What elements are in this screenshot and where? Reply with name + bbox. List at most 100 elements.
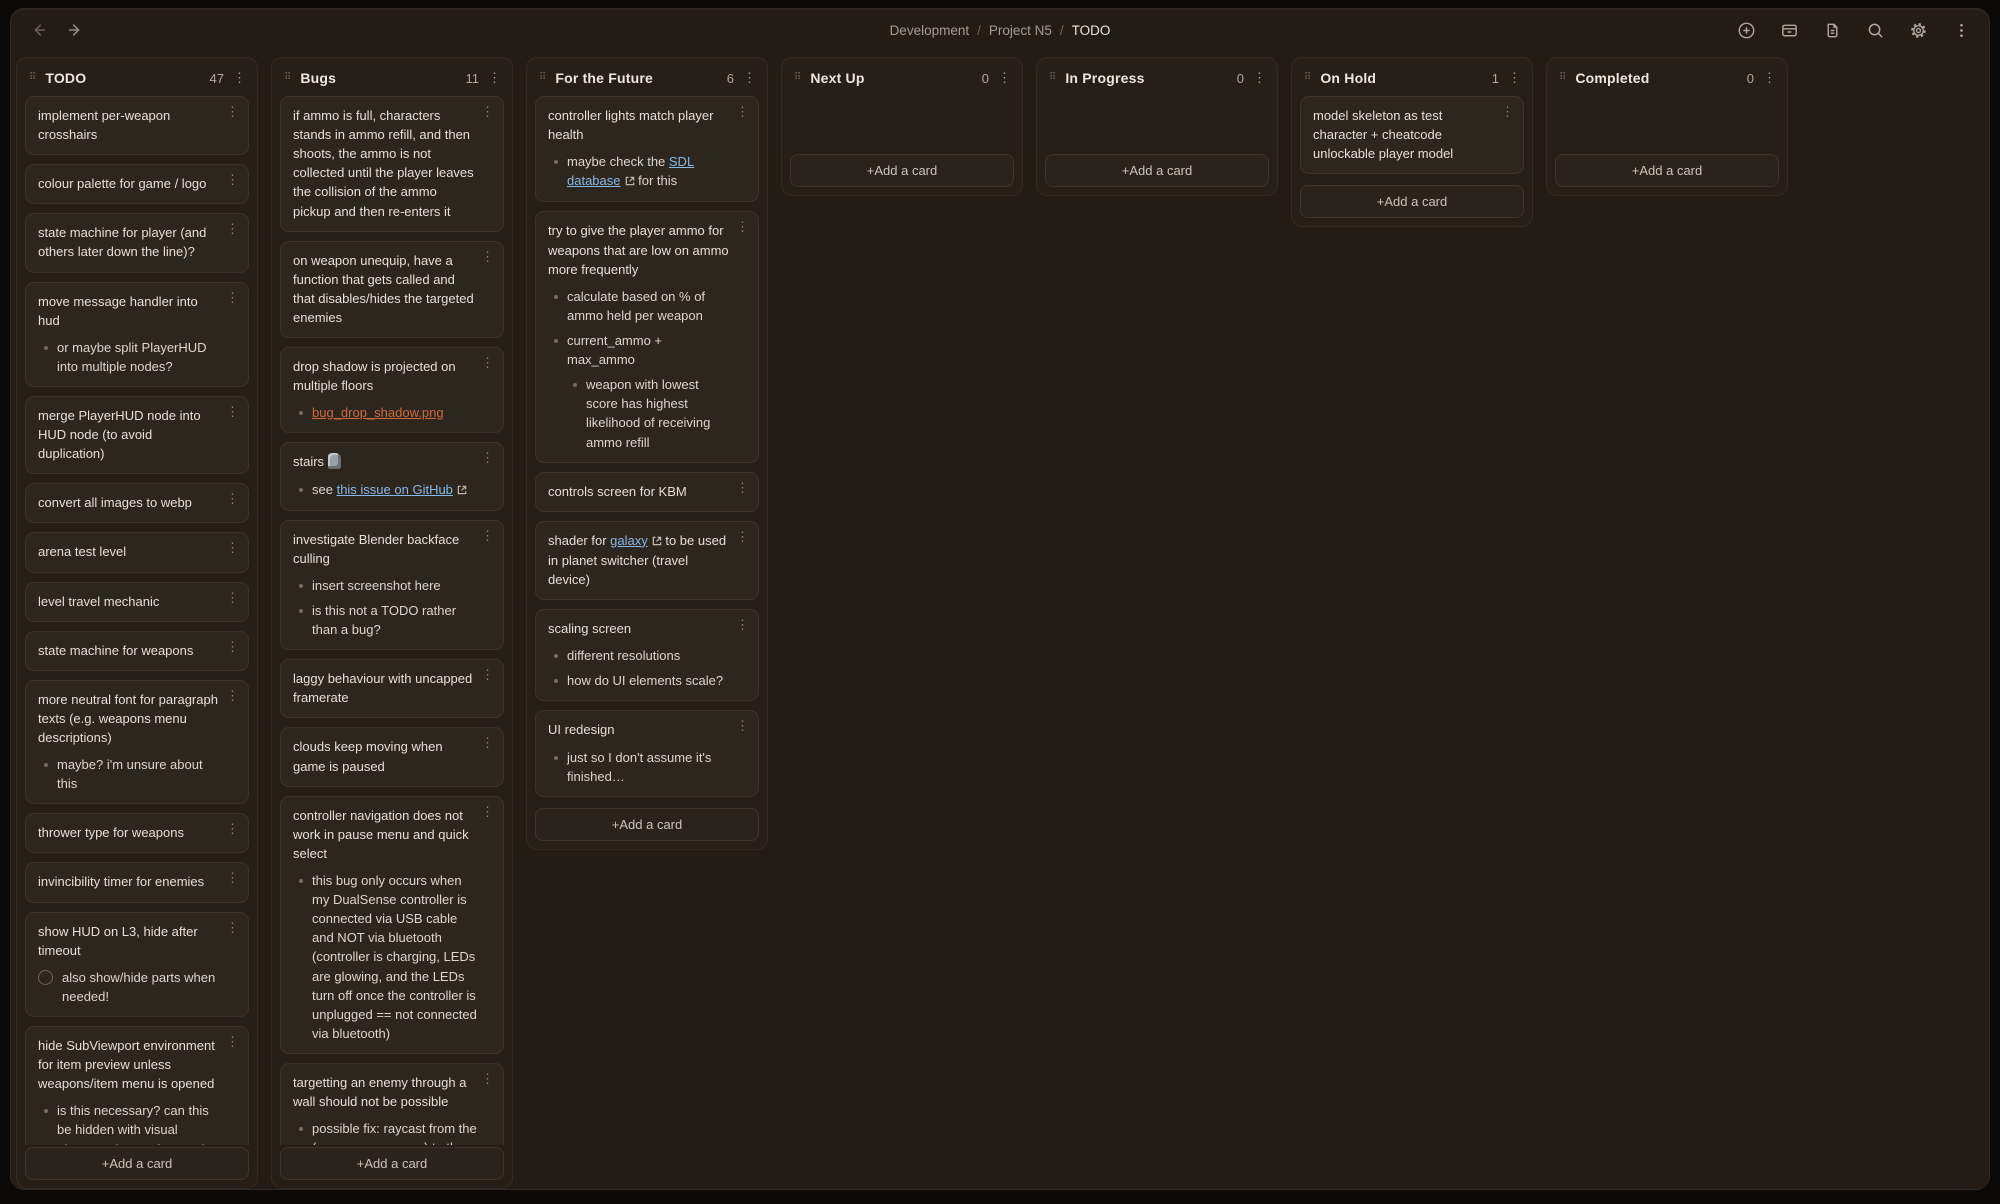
add-card-button[interactable]: +Add a card bbox=[25, 1147, 249, 1180]
card[interactable]: ⋮state machine for player (and others la… bbox=[25, 213, 249, 272]
card[interactable]: ⋮try to give the player ammo for weapons… bbox=[535, 211, 759, 462]
card[interactable]: ⋮implement per-weapon crosshairs bbox=[25, 96, 249, 155]
card[interactable]: ⋮shader for galaxy to be used in planet … bbox=[535, 521, 759, 600]
card-menu-icon[interactable]: ⋮ bbox=[226, 541, 239, 554]
card-link[interactable]: this issue on GitHub bbox=[337, 482, 453, 497]
card-menu-icon[interactable]: ⋮ bbox=[226, 173, 239, 186]
checkbox-circle-icon[interactable] bbox=[38, 970, 53, 985]
card[interactable]: ⋮colour palette for game / logo bbox=[25, 164, 249, 204]
card-text: insert screenshot here bbox=[312, 578, 441, 593]
card[interactable]: ⋮controller lights match player healthma… bbox=[535, 96, 759, 202]
card[interactable]: ⋮arena test level bbox=[25, 532, 249, 572]
card[interactable]: ⋮thrower type for weapons bbox=[25, 813, 249, 853]
card-menu-icon[interactable]: ⋮ bbox=[481, 529, 494, 542]
card[interactable]: ⋮more neutral font for paragraph texts (… bbox=[25, 680, 249, 805]
card[interactable]: ⋮model skeleton as test character + chea… bbox=[1300, 96, 1524, 174]
add-card-button[interactable]: +Add a card bbox=[535, 808, 759, 841]
card-menu-icon[interactable]: ⋮ bbox=[226, 591, 239, 604]
card-menu-icon[interactable]: ⋮ bbox=[226, 689, 239, 702]
card[interactable]: ⋮on weapon unequip, have a function that… bbox=[280, 241, 504, 338]
card[interactable]: ⋮controller navigation does not work in … bbox=[280, 796, 504, 1054]
card-menu-icon[interactable]: ⋮ bbox=[226, 822, 239, 835]
drag-handle-icon[interactable]: ⠿ bbox=[1304, 73, 1311, 83]
card-menu-icon[interactable]: ⋮ bbox=[736, 719, 749, 732]
card-menu-icon[interactable]: ⋮ bbox=[736, 105, 749, 118]
card[interactable]: ⋮hide SubViewport environment for item p… bbox=[25, 1026, 249, 1145]
card[interactable]: ⋮controls screen for KBM bbox=[535, 472, 759, 512]
card[interactable]: ⋮merge PlayerHUD node into HUD node (to … bbox=[25, 396, 249, 474]
card[interactable]: ⋮targetting an enemy through a wall shou… bbox=[280, 1063, 504, 1145]
card-menu-icon[interactable]: ⋮ bbox=[481, 736, 494, 749]
card[interactable]: ⋮UI redesignjust so I don't assume it's … bbox=[535, 710, 759, 796]
card-menu-icon[interactable]: ⋮ bbox=[226, 871, 239, 884]
card[interactable]: ⋮invincibility timer for enemies bbox=[25, 862, 249, 902]
card-menu-icon[interactable]: ⋮ bbox=[481, 805, 494, 818]
card[interactable]: ⋮clouds keep moving when game is paused bbox=[280, 727, 504, 786]
search-button[interactable] bbox=[1865, 20, 1885, 40]
card-menu-icon[interactable]: ⋮ bbox=[226, 1035, 239, 1048]
card-menu-icon[interactable]: ⋮ bbox=[481, 250, 494, 263]
card-link[interactable]: bug_drop_shadow.png bbox=[312, 405, 444, 420]
add-card-button[interactable]: +Add a card bbox=[1555, 154, 1779, 187]
drag-handle-icon[interactable]: ⠿ bbox=[794, 73, 801, 83]
drag-handle-icon[interactable]: ⠿ bbox=[284, 73, 291, 83]
add-card-button[interactable]: +Add a card bbox=[790, 154, 1014, 187]
card-menu-icon[interactable]: ⋮ bbox=[736, 618, 749, 631]
card[interactable]: ⋮state machine for weapons bbox=[25, 631, 249, 671]
column-menu-icon[interactable]: ⋮ bbox=[1253, 70, 1265, 86]
add-card-button[interactable]: +Add a card bbox=[280, 1147, 504, 1180]
card-bullet: weapon with lowest score has highest lik… bbox=[567, 375, 732, 451]
card-menu-icon[interactable]: ⋮ bbox=[1501, 105, 1514, 118]
card-menu-icon[interactable]: ⋮ bbox=[226, 405, 239, 418]
card-menu-icon[interactable]: ⋮ bbox=[226, 222, 239, 235]
card-menu-icon[interactable]: ⋮ bbox=[226, 640, 239, 653]
card[interactable]: ⋮convert all images to webp bbox=[25, 483, 249, 523]
card[interactable]: ⋮show HUD on L3, hide after timeoutalso … bbox=[25, 912, 249, 1017]
archive-button[interactable] bbox=[1779, 20, 1799, 40]
card-menu-icon[interactable]: ⋮ bbox=[226, 492, 239, 505]
card-menu-icon[interactable]: ⋮ bbox=[736, 220, 749, 233]
card-menu-icon[interactable]: ⋮ bbox=[736, 530, 749, 543]
card[interactable]: ⋮if ammo is full, characters stands in a… bbox=[280, 96, 504, 232]
card-menu-icon[interactable]: ⋮ bbox=[226, 105, 239, 118]
column-menu-icon[interactable]: ⋮ bbox=[998, 70, 1010, 86]
drag-handle-icon[interactable]: ⠿ bbox=[29, 73, 36, 83]
card-menu-icon[interactable]: ⋮ bbox=[736, 481, 749, 494]
card[interactable]: ⋮move message handler into hudor maybe s… bbox=[25, 282, 249, 387]
card-menu-icon[interactable]: ⋮ bbox=[226, 291, 239, 304]
add-card-button[interactable]: +Add a card bbox=[1300, 185, 1524, 218]
settings-button[interactable] bbox=[1908, 20, 1928, 40]
app-window: Development / Project N5 / TODO bbox=[10, 8, 1990, 1190]
column-menu-icon[interactable]: ⋮ bbox=[233, 70, 245, 86]
card-menu-icon[interactable]: ⋮ bbox=[226, 921, 239, 934]
card-menu-icon[interactable]: ⋮ bbox=[481, 105, 494, 118]
card-text: maybe? i'm unsure about this bbox=[57, 757, 203, 791]
add-card-button[interactable]: +Add a card bbox=[1045, 154, 1269, 187]
card[interactable]: ⋮investigate Blender backface cullingins… bbox=[280, 520, 504, 651]
card-menu-icon[interactable]: ⋮ bbox=[481, 451, 494, 464]
column-menu-icon[interactable]: ⋮ bbox=[743, 70, 755, 86]
card[interactable]: ⋮stairs see this issue on GitHub bbox=[280, 442, 504, 510]
card[interactable]: ⋮level travel mechanic bbox=[25, 582, 249, 622]
card-menu-icon[interactable]: ⋮ bbox=[481, 668, 494, 681]
forward-button[interactable] bbox=[65, 20, 85, 40]
notes-button[interactable] bbox=[1822, 20, 1842, 40]
more-menu-button[interactable] bbox=[1951, 20, 1971, 40]
drag-handle-icon[interactable]: ⠿ bbox=[1559, 73, 1566, 83]
card[interactable]: ⋮drop shadow is projected on multiple fl… bbox=[280, 347, 504, 433]
breadcrumb-workspace[interactable]: Development bbox=[890, 23, 970, 38]
card[interactable]: ⋮laggy behaviour with uncapped framerate bbox=[280, 659, 504, 718]
drag-handle-icon[interactable]: ⠿ bbox=[539, 73, 546, 83]
column-menu-icon[interactable]: ⋮ bbox=[1508, 70, 1520, 86]
back-button[interactable] bbox=[29, 20, 49, 40]
card-link[interactable]: galaxy bbox=[610, 533, 648, 548]
column-in-progress: ⠿In Progress0⋮+Add a card bbox=[1036, 57, 1278, 196]
add-button[interactable] bbox=[1736, 20, 1756, 40]
column-menu-icon[interactable]: ⋮ bbox=[1763, 70, 1775, 86]
drag-handle-icon[interactable]: ⠿ bbox=[1049, 73, 1056, 83]
column-menu-icon[interactable]: ⋮ bbox=[488, 70, 500, 86]
card[interactable]: ⋮scaling screendifferent resolutionshow … bbox=[535, 609, 759, 701]
card-menu-icon[interactable]: ⋮ bbox=[481, 356, 494, 369]
breadcrumb-project[interactable]: Project N5 bbox=[989, 23, 1052, 38]
card-menu-icon[interactable]: ⋮ bbox=[481, 1072, 494, 1085]
